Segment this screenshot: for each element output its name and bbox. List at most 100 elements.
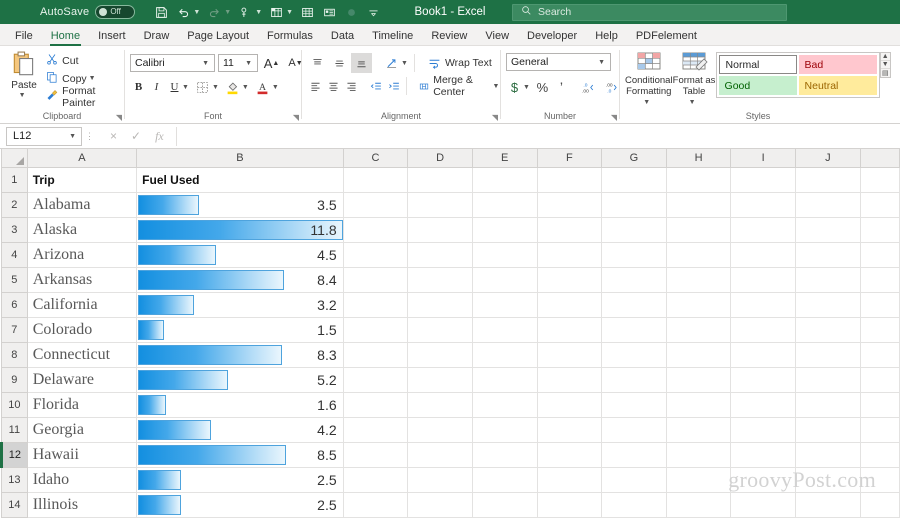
cell-c7[interactable] [343,317,409,343]
cell-e9[interactable] [472,367,538,393]
cell-a9[interactable]: Delaware [27,367,138,393]
orientation-dropdown-icon[interactable]: ▼ [401,60,408,67]
cell-b10[interactable]: 1.6 [136,392,344,418]
column-header-g[interactable]: G [601,149,667,168]
styles-scroll-down-icon[interactable]: ▼ [880,61,890,69]
cell-b13[interactable]: 2.5 [136,467,344,493]
select-all-corner[interactable] [1,149,28,168]
cell-c3[interactable] [343,217,409,243]
cell-f11[interactable] [537,417,603,443]
name-box-dropdown-icon[interactable]: ▼ [69,133,76,140]
cell-c1[interactable] [343,167,409,193]
cell-d7[interactable] [407,317,473,343]
tab-review[interactable]: Review [422,28,476,45]
cell-b9[interactable]: 5.2 [136,367,344,393]
cell-f1[interactable] [537,167,603,193]
fill-color-button[interactable] [222,77,243,97]
cell-k5[interactable] [860,267,900,293]
cell-b4[interactable]: 4.5 [136,242,344,268]
column-header-k[interactable] [859,149,900,168]
cell-j7[interactable] [795,317,861,343]
cell-h10[interactable] [666,392,732,418]
cell-a8[interactable]: Connecticut [27,342,138,368]
cell-e7[interactable] [472,317,538,343]
cell-g5[interactable] [601,267,667,293]
cell-e5[interactable] [472,267,538,293]
cell-h9[interactable] [666,367,732,393]
align-middle-button[interactable] [329,53,350,73]
tab-developer[interactable]: Developer [518,28,586,45]
column-header-j[interactable]: J [795,149,861,168]
cell-a6[interactable]: California [27,292,138,318]
column-header-d[interactable]: D [407,149,473,168]
cell-g8[interactable] [601,342,667,368]
cell-f13[interactable] [537,467,603,493]
cell-c14[interactable] [343,492,409,518]
cell-a2[interactable]: Alabama [27,192,138,218]
cell-i12[interactable] [730,442,796,468]
tab-insert[interactable]: Insert [89,28,135,45]
copy-dropdown-icon[interactable]: ▼ [89,75,96,82]
row-header-1[interactable]: 1 [1,166,28,193]
cell-a14[interactable]: Illinois [27,492,138,518]
increase-indent-button[interactable] [385,76,402,96]
cell-e12[interactable] [472,442,538,468]
cell-j4[interactable] [795,242,861,268]
cell-k2[interactable] [860,192,900,218]
cell-k3[interactable] [860,217,900,243]
cell-e13[interactable] [472,467,538,493]
cut-button[interactable]: Cut [43,52,119,69]
cell-e14[interactable] [472,492,538,518]
orientation-button[interactable] [381,53,402,73]
cell-k14[interactable] [860,492,900,518]
cell-i2[interactable] [730,192,796,218]
tab-home[interactable]: Home [42,28,89,46]
fill-color-dropdown-icon[interactable]: ▼ [242,84,249,91]
new-sheet-dropdown-icon[interactable]: ▼ [286,9,293,16]
tab-draw[interactable]: Draw [135,28,179,45]
comma-style-button[interactable]: ’ [553,77,570,97]
row-header-4[interactable]: 4 [1,241,28,268]
cell-j13[interactable] [795,467,861,493]
cell-d1[interactable] [407,167,473,193]
merge-center-dropdown-icon[interactable]: ▼ [493,83,500,90]
cell-h14[interactable] [666,492,732,518]
cell-g10[interactable] [601,392,667,418]
cell-b8[interactable]: 8.3 [136,342,344,368]
cell-f9[interactable] [537,367,603,393]
increase-decimal-button[interactable]: .0.00 [579,77,600,97]
cell-d2[interactable] [407,192,473,218]
cell-e1[interactable] [472,167,538,193]
underline-button[interactable]: U [166,77,183,97]
cell-h12[interactable] [666,442,732,468]
column-header-h[interactable]: H [665,149,732,168]
cell-h11[interactable] [666,417,732,443]
column-header-c[interactable]: C [342,149,409,168]
borders-button[interactable] [192,77,213,97]
cell-k7[interactable] [860,317,900,343]
cell-d5[interactable] [407,267,473,293]
cell-d8[interactable] [407,342,473,368]
font-color-button[interactable]: A [252,77,273,97]
cell-f3[interactable] [537,217,603,243]
cell-e6[interactable] [472,292,538,318]
row-header-5[interactable]: 5 [1,266,28,293]
font-size-combo[interactable]: 11 ▼ [218,54,258,72]
cell-j2[interactable] [795,192,861,218]
cell-k12[interactable] [860,442,900,468]
style-good[interactable]: Good [718,76,797,95]
row-header-11[interactable]: 11 [1,416,28,443]
increase-font-size-button[interactable]: A ▲ [261,53,282,73]
cell-g11[interactable] [601,417,667,443]
cell-a5[interactable]: Arkansas [27,267,138,293]
autosave-switch[interactable]: Off [95,5,136,19]
decrease-indent-button[interactable] [367,76,384,96]
wrap-text-button[interactable]: Wrap Text [425,53,495,73]
font-name-combo[interactable]: Calibri ▼ [130,54,215,72]
cell-e3[interactable] [472,217,538,243]
font-size-dropdown-icon[interactable]: ▼ [245,60,252,67]
column-header-b[interactable]: B [136,149,344,168]
search-box[interactable]: Search [512,3,787,21]
cell-k13[interactable] [860,467,900,493]
touch-mouse-mode-icon[interactable] [235,2,255,22]
